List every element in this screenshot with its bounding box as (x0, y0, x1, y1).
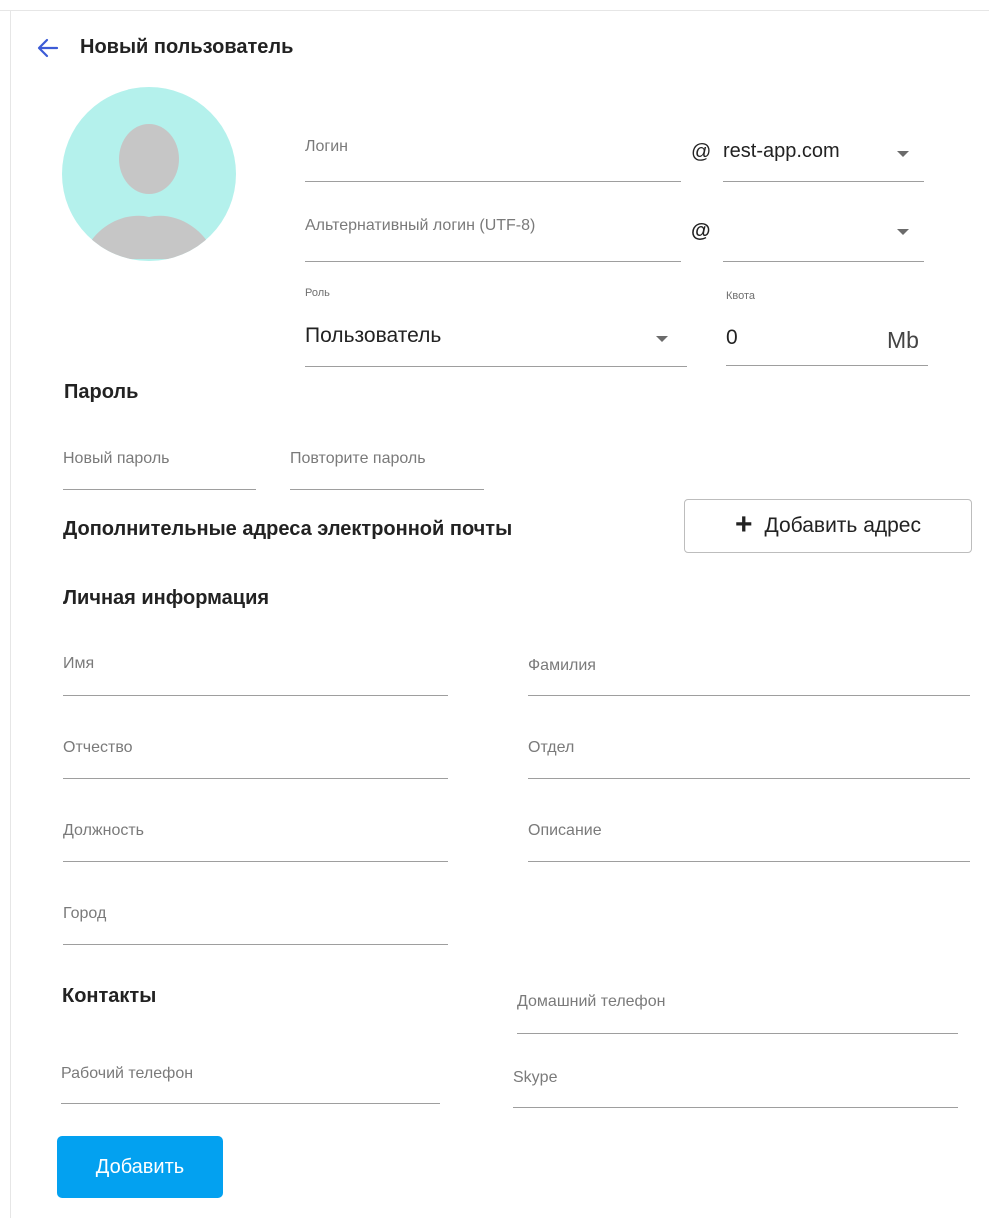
add-address-button[interactable]: + Добавить адрес (684, 499, 972, 553)
first-name-input[interactable] (63, 695, 448, 696)
caret-down-icon[interactable] (897, 151, 909, 157)
new-password-label: Новый пароль (63, 450, 170, 467)
department-input[interactable] (528, 778, 970, 779)
position-input[interactable] (63, 861, 448, 862)
domain-select-value[interactable]: rest-app.com (723, 140, 840, 163)
quota-input[interactable] (726, 365, 928, 366)
department-label: Отдел (528, 739, 575, 756)
quota-label: Квота (726, 290, 756, 302)
frame-border-left (10, 10, 11, 1218)
work-phone-input[interactable] (61, 1103, 440, 1104)
login-at-sign: @ (691, 141, 712, 163)
new-password-input[interactable] (63, 489, 256, 490)
home-phone-input[interactable] (517, 1033, 958, 1034)
city-label: Город (63, 905, 107, 922)
caret-down-icon[interactable] (897, 229, 909, 235)
first-name-label: Имя (63, 655, 95, 672)
login-label: Логин (305, 138, 349, 155)
add-address-label: Добавить адрес (764, 514, 921, 537)
frame-border-top (0, 10, 989, 11)
middle-name-input[interactable] (63, 778, 448, 779)
last-name-input[interactable] (528, 695, 970, 696)
description-label: Описание (528, 822, 602, 839)
work-phone-label: Рабочий телефон (61, 1065, 194, 1082)
middle-name-label: Отчество (63, 739, 133, 756)
domain-select[interactable] (723, 181, 924, 182)
description-input[interactable] (528, 861, 970, 862)
home-phone-label: Домашний телефон (517, 993, 666, 1010)
quota-unit: Mb (887, 327, 919, 353)
repeat-password-input[interactable] (290, 489, 484, 490)
role-select-value[interactable]: Пользователь (305, 324, 441, 348)
personal-info-title: Личная информация (63, 587, 270, 609)
user-silhouette-icon (82, 124, 216, 259)
alt-login-label: Альтернативный логин (UTF-8) (305, 217, 536, 234)
skype-input[interactable] (513, 1107, 958, 1108)
page-title: Новый пользователь (80, 36, 294, 58)
login-input[interactable] (305, 181, 681, 182)
alt-login-input[interactable] (305, 261, 681, 262)
role-select[interactable] (305, 366, 687, 367)
role-label: Роль (305, 287, 330, 299)
contacts-title: Контакты (62, 985, 157, 1007)
alt-domain-select[interactable] (723, 261, 924, 262)
password-section-title: Пароль (64, 381, 139, 403)
avatar[interactable] (62, 87, 236, 261)
quota-input-value[interactable]: 0 (726, 326, 738, 350)
arrow-left-icon (37, 38, 59, 58)
alt-login-at-sign: @ (691, 220, 711, 242)
submit-button[interactable]: Добавить (57, 1136, 223, 1198)
back-button[interactable] (34, 34, 62, 62)
skype-label: Skype (513, 1069, 558, 1086)
city-input[interactable] (63, 944, 448, 945)
repeat-password-label: Повторите пароль (290, 450, 426, 467)
plus-icon: + (735, 507, 753, 541)
additional-emails-title: Дополнительные адреса электронной почты (63, 518, 513, 540)
last-name-label: Фамилия (528, 657, 596, 674)
position-label: Должность (63, 822, 144, 839)
caret-down-icon[interactable] (656, 336, 668, 342)
